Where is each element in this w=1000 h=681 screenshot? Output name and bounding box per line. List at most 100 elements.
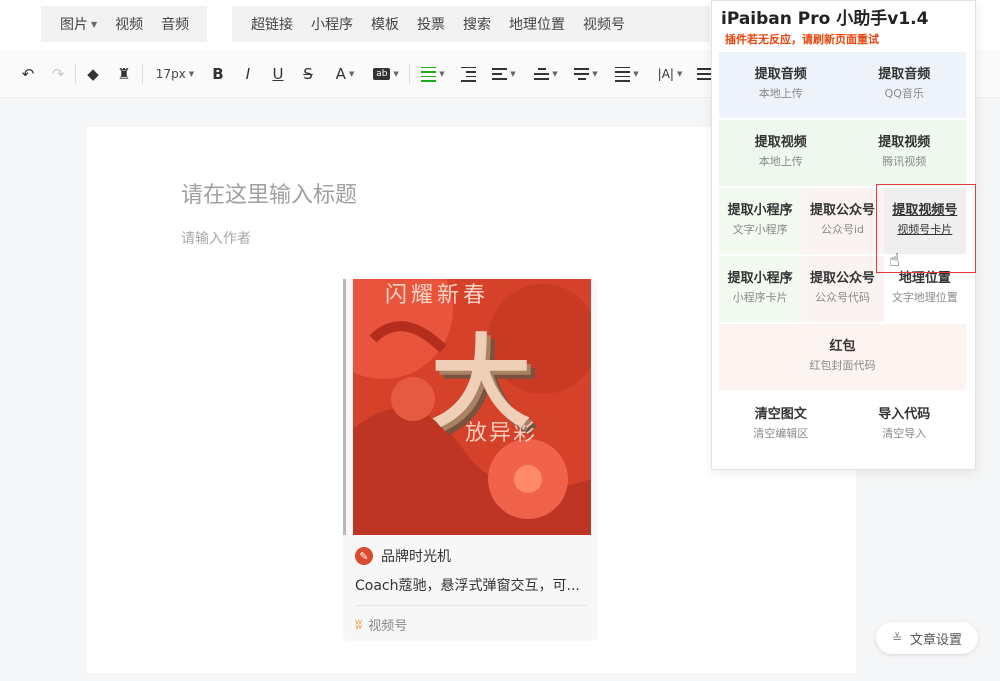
- panel-button[interactable]: 提取音频 本地上传: [719, 52, 843, 118]
- paragraph-spacing-button[interactable]: ▼: [489, 63, 519, 85]
- chevron-down-icon: ▼: [348, 70, 355, 78]
- tab-search[interactable]: 搜索: [463, 14, 491, 34]
- spacing-after-button[interactable]: ▼: [571, 63, 601, 85]
- panel-button-title: 提取视频: [754, 135, 807, 150]
- panel-button-subtitle: 本地上传: [758, 155, 803, 168]
- article-settings-label: 文章设置: [910, 632, 963, 648]
- indent-button[interactable]: [459, 63, 477, 85]
- eraser-icon[interactable]: ◆: [83, 63, 103, 85]
- panel-notice: 插件若无反应，请刷新页面重试: [725, 33, 879, 46]
- tab-audio[interactable]: 音频: [161, 14, 189, 34]
- redo-icon[interactable]: ↷: [48, 63, 68, 85]
- panel-button-title: 红包: [829, 339, 856, 354]
- panel-button[interactable]: 红包 红包封面代码: [719, 324, 966, 390]
- panel-button-title: 提取公众号: [809, 203, 875, 218]
- panel-button-title: 清空图文: [754, 407, 807, 422]
- panel-button-title: 提取小程序: [727, 203, 793, 218]
- media-tab-group: 图片 ▼ 视频 音频: [41, 6, 207, 42]
- panel-button-title: 提取音频: [878, 67, 931, 82]
- tab-channels[interactable]: 视频号: [583, 14, 625, 34]
- toolbar-divider: [142, 64, 143, 84]
- panel-button-title: 提取公众号: [809, 271, 875, 286]
- line-height-icon: [615, 66, 631, 82]
- author-input[interactable]: 请输入作者: [181, 228, 251, 248]
- author-avatar-icon: ✎: [355, 547, 373, 565]
- panel-button-subtitle: 文字地理位置: [891, 291, 958, 304]
- indent-icon: [460, 66, 476, 82]
- background-color-button[interactable]: ab ▼: [370, 63, 402, 85]
- undo-icon[interactable]: ↶: [18, 63, 38, 85]
- card-divider: [355, 605, 587, 606]
- tab-mini-program[interactable]: 小程序: [311, 14, 353, 34]
- toolbar-divider: [75, 64, 76, 84]
- panel-button-subtitle: 腾讯视频: [882, 155, 927, 168]
- chevron-down-icon: ▼: [633, 70, 639, 78]
- panel-button-title: 提取视频: [878, 135, 931, 150]
- panel-button-subtitle: 公众号代码: [814, 291, 870, 304]
- article-settings-button[interactable]: ≚ 文章设置: [876, 622, 978, 654]
- chevron-down-icon: ▼: [552, 70, 558, 78]
- panel-button-subtitle: 清空导入: [882, 427, 927, 440]
- panel-button[interactable]: 提取视频 腾讯视频: [843, 120, 967, 186]
- panel-button[interactable]: 提取公众号公众号代码: [801, 256, 884, 322]
- panel-button-subtitle: 公众号id: [820, 223, 865, 236]
- chevron-down-icon: ▼: [510, 70, 516, 78]
- tab-hyperlink[interactable]: 超链接: [251, 14, 293, 34]
- list-icon: [696, 67, 712, 82]
- panel-button-subtitle: 文字小程序: [732, 223, 788, 236]
- spacing-after-icon: [574, 67, 590, 82]
- video-source: ʬ 视频号: [355, 615, 408, 635]
- chevron-down-icon: ▼: [592, 70, 598, 78]
- panel-button[interactable]: 提取小程序文字小程序: [719, 188, 802, 254]
- format-painter-icon[interactable]: ♜: [114, 63, 134, 85]
- tab-video[interactable]: 视频: [115, 14, 143, 34]
- tab-image[interactable]: 图片 ▼: [60, 14, 97, 34]
- video-cover-image: 闪耀新春 大 放异彩: [353, 279, 591, 535]
- paragraph-spacing-icon: [492, 67, 508, 82]
- source-label: 视频号: [368, 619, 408, 634]
- panel-button-title: 提取小程序: [727, 271, 793, 286]
- title-input[interactable]: 请在这里输入标题: [181, 177, 357, 209]
- channels-logo-icon: ʬ: [355, 616, 363, 633]
- chevron-down-icon: ▼: [676, 70, 683, 78]
- toolbar-divider: [409, 64, 410, 84]
- font-color-button[interactable]: A ▼: [330, 63, 360, 85]
- font-size-select[interactable]: 17px ▼: [152, 63, 198, 85]
- panel-button-title: 导入代码: [878, 407, 931, 422]
- panel-button-subtitle: QQ音乐: [884, 87, 924, 100]
- channels-video-card[interactable]: 闪耀新春 大 放异彩 ✎ 品牌时光机 Coach蔻驰，悬浮式弹窗交互，可... …: [343, 279, 598, 641]
- list-button[interactable]: [696, 63, 712, 85]
- italic-button[interactable]: I: [239, 63, 257, 85]
- panel-button-subtitle: 本地上传: [758, 87, 803, 100]
- align-justify-icon: [421, 66, 437, 82]
- letter-spacing-button[interactable]: |A| ▼: [653, 63, 687, 85]
- double-chevron-down-icon: ≚: [891, 631, 903, 645]
- poster-subline: 放异彩: [465, 421, 538, 446]
- tab-location[interactable]: 地理位置: [509, 14, 565, 34]
- insert-tab-group: 超链接 小程序 模板 投票 搜索 地理位置 视频号: [232, 6, 710, 42]
- panel-button[interactable]: 导入代码 清空导入: [843, 392, 967, 458]
- video-description: Coach蔻驰，悬浮式弹窗交互，可...: [355, 578, 580, 594]
- underline-button[interactable]: U: [269, 63, 287, 85]
- panel-button[interactable]: 提取小程序 小程序卡片: [719, 256, 802, 322]
- tab-template[interactable]: 模板: [371, 14, 399, 34]
- panel-button[interactable]: 提取音频 QQ音乐: [843, 52, 967, 118]
- panel-button[interactable]: 清空图文 清空编辑区: [719, 392, 843, 458]
- panel-title: iPaiban Pro 小助手v1.4: [721, 9, 929, 29]
- spacing-before-button[interactable]: ▼: [531, 63, 561, 85]
- panel-button-subtitle: 清空编辑区: [753, 427, 809, 440]
- panel-button-title: 提取音频: [754, 67, 807, 82]
- line-height-button[interactable]: ▼: [612, 63, 642, 85]
- chevron-down-icon: ▼: [393, 70, 399, 78]
- hand-cursor-icon: ☝: [889, 250, 900, 271]
- card-left-bar: [343, 279, 346, 535]
- panel-button[interactable]: 提取公众号公众号id: [801, 188, 884, 254]
- strikethrough-button[interactable]: S: [299, 63, 317, 85]
- align-justify-button[interactable]: ▼: [418, 63, 448, 85]
- chevron-down-icon: ▼: [439, 70, 445, 78]
- chevron-down-icon: ▼: [188, 70, 195, 78]
- bold-button[interactable]: B: [209, 63, 227, 85]
- tab-vote[interactable]: 投票: [417, 14, 445, 34]
- panel-button[interactable]: 提取视频 本地上传: [719, 120, 843, 186]
- chevron-down-icon: ▼: [91, 19, 98, 29]
